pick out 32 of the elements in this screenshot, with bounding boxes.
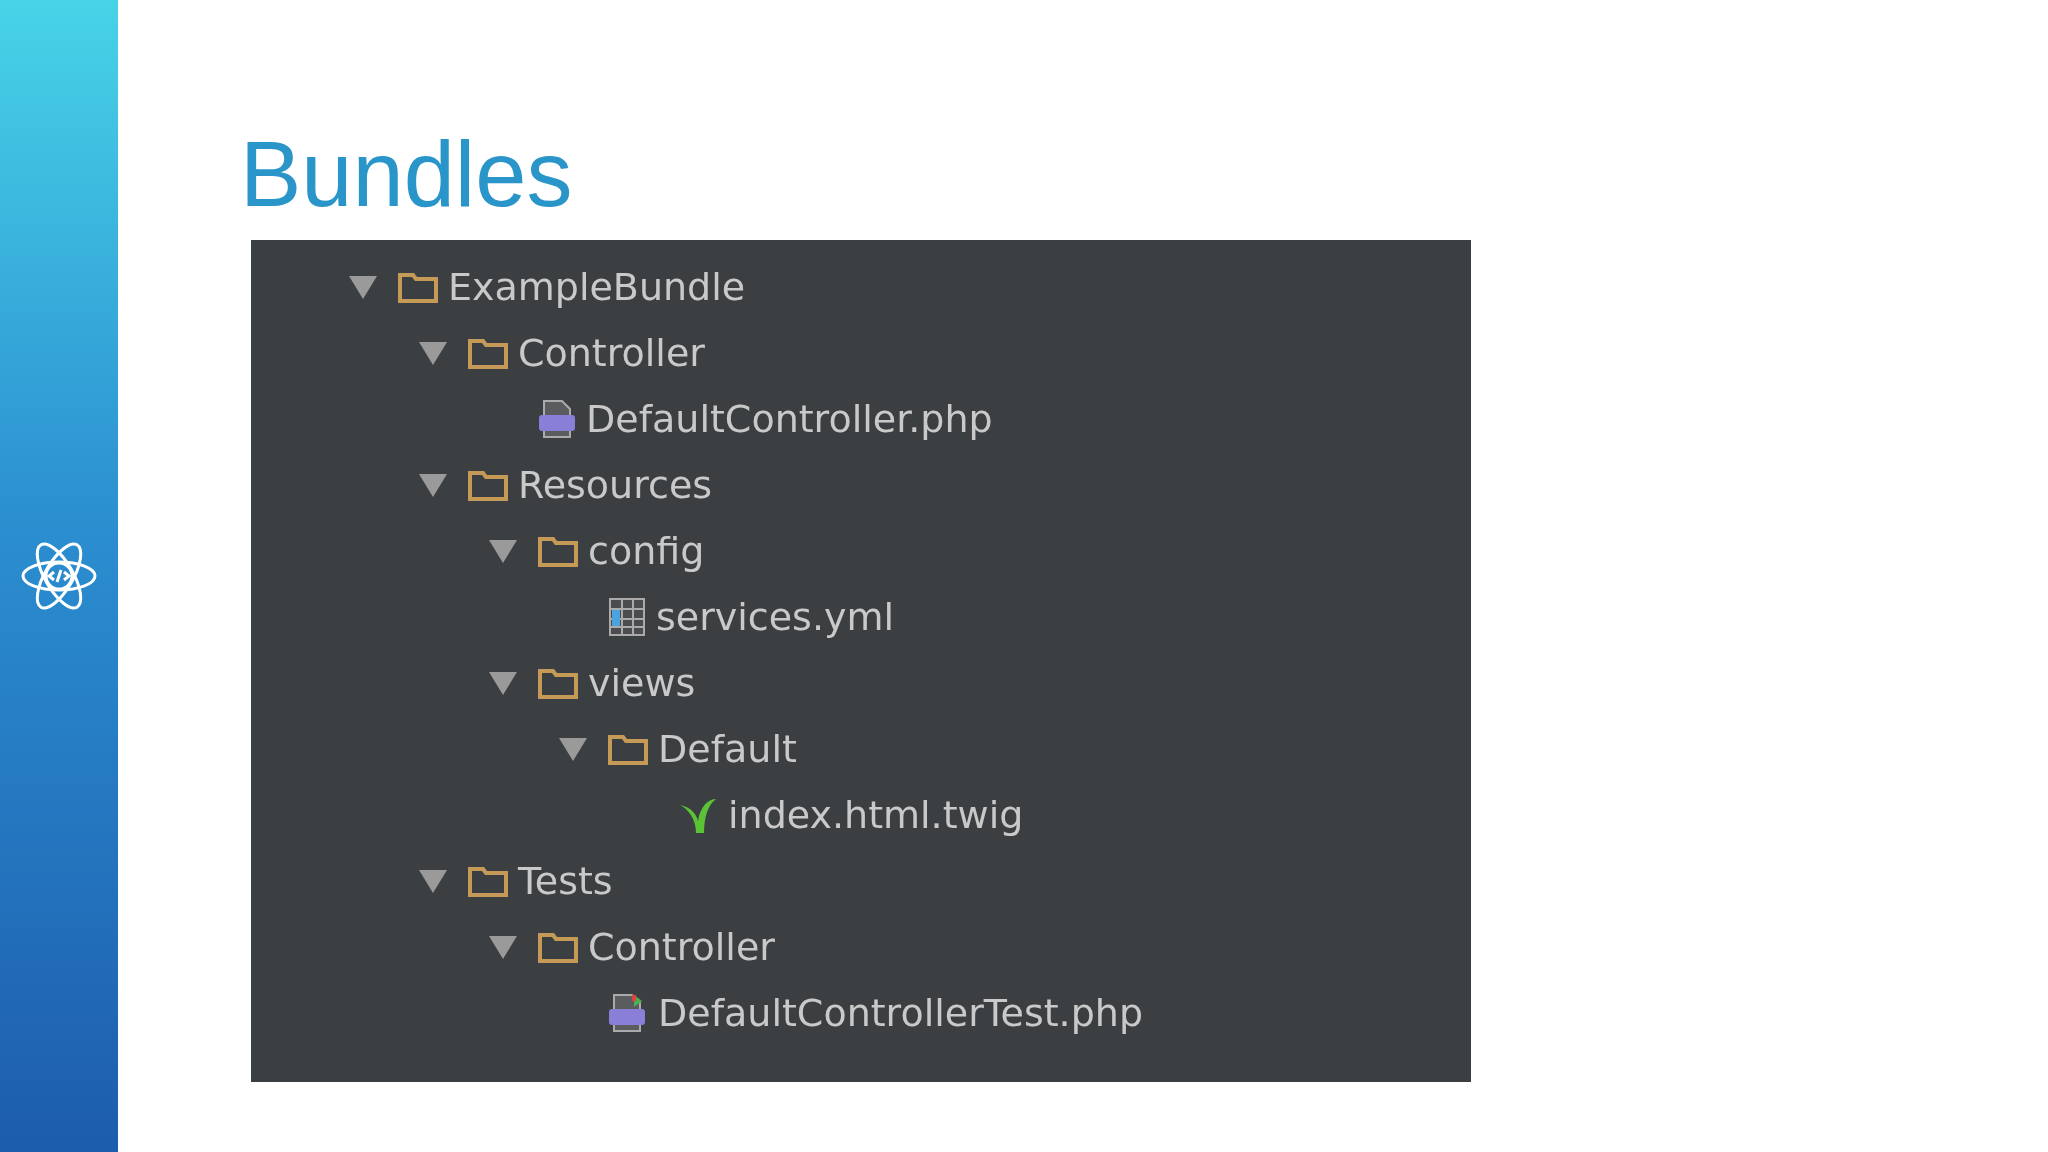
tree-item[interactable]: Controller: [518, 324, 705, 382]
tree-item[interactable]: Controller: [588, 918, 775, 976]
tree-item[interactable]: Default: [658, 720, 797, 778]
tree-item[interactable]: services.yml: [656, 588, 895, 646]
folder-icon: [608, 733, 648, 765]
collapse-arrow-icon[interactable]: [346, 273, 380, 301]
php-file-icon: [538, 399, 576, 439]
folder-icon: [468, 865, 508, 897]
tree-item[interactable]: ExampleBundle: [448, 258, 746, 316]
collapse-arrow-icon[interactable]: [486, 669, 520, 697]
folder-icon: [538, 535, 578, 567]
folder-icon: [538, 931, 578, 963]
folder-icon: [468, 337, 508, 369]
folder-icon: [538, 667, 578, 699]
collapse-arrow-icon[interactable]: [416, 471, 450, 499]
collapse-arrow-icon[interactable]: [416, 867, 450, 895]
config-file-icon: [608, 597, 646, 637]
tree-item[interactable]: DefaultController.php: [586, 390, 993, 448]
tree-item[interactable]: views: [588, 654, 696, 712]
tree-item[interactable]: config: [588, 522, 705, 580]
tree-item[interactable]: Resources: [518, 456, 713, 514]
folder-icon: [398, 271, 438, 303]
tree-item[interactable]: Tests: [518, 852, 613, 910]
collapse-arrow-icon[interactable]: [486, 537, 520, 565]
collapse-arrow-icon[interactable]: [486, 933, 520, 961]
folder-icon: [468, 469, 508, 501]
collapse-arrow-icon[interactable]: [416, 339, 450, 367]
tree-item[interactable]: DefaultControllerTest.php: [658, 984, 1143, 1042]
php-test-file-icon: [608, 993, 648, 1033]
collapse-arrow-icon[interactable]: [556, 735, 590, 763]
tree-item[interactable]: index.html.twig: [728, 786, 1024, 844]
slide-title: Bundles: [240, 128, 574, 220]
